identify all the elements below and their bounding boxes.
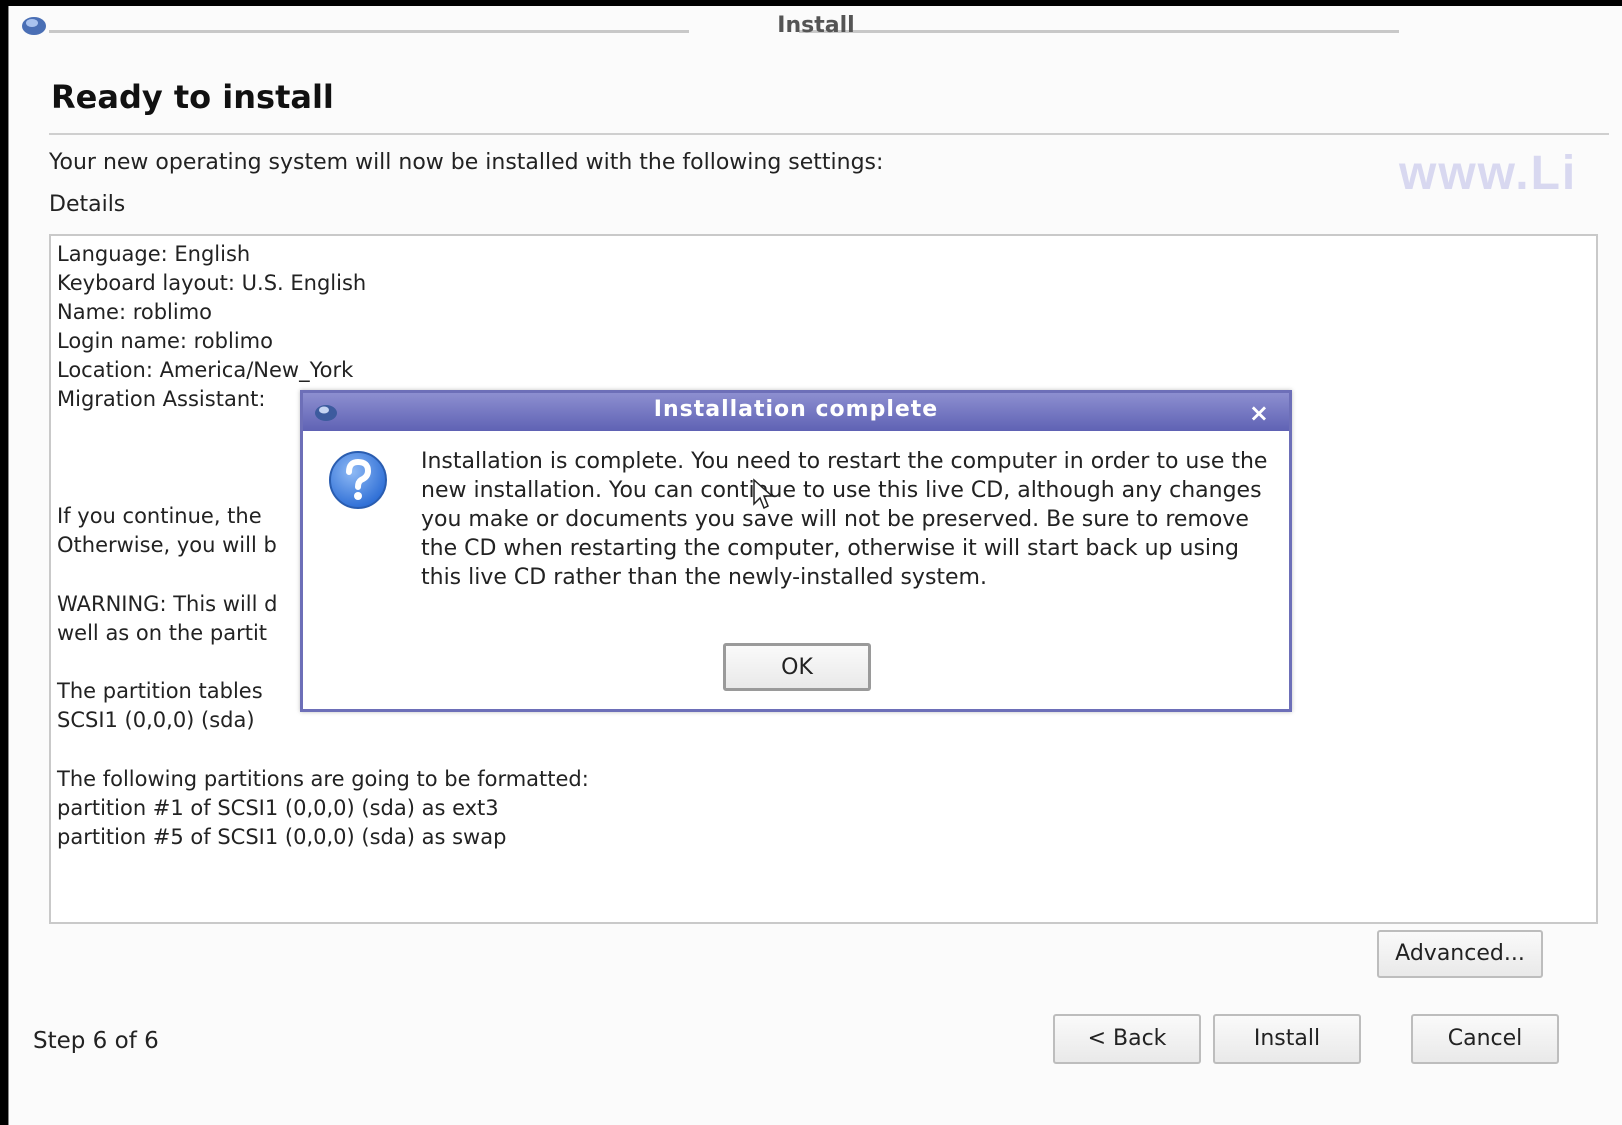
details-line: Migration Assistant: (57, 387, 266, 411)
details-line: Name: roblimo (57, 300, 213, 324)
window-title: Install (777, 13, 855, 38)
question-icon (329, 451, 387, 509)
heading-separator (49, 133, 1609, 135)
ok-button[interactable]: OK (723, 643, 871, 691)
window-titlebar[interactable]: Install (9, 6, 1622, 46)
details-line: Login name: roblimo (57, 329, 273, 353)
details-line: partition #1 of SCSI1 (0,0,0) (sda) as e… (57, 796, 499, 820)
dialog-title: Installation complete (653, 397, 939, 422)
details-label: Details (49, 192, 126, 217)
mouse-cursor-icon (753, 478, 774, 510)
page-title: Ready to install (51, 78, 334, 116)
cancel-button[interactable]: Cancel (1411, 1014, 1559, 1064)
install-button[interactable]: Install (1213, 1014, 1361, 1064)
advanced-button[interactable]: Advanced... (1377, 930, 1543, 978)
intro-text: Your new operating system will now be in… (49, 150, 884, 175)
details-line: partition #5 of SCSI1 (0,0,0) (sda) as s… (57, 825, 507, 849)
details-line: WARNING: This will d (57, 592, 278, 616)
details-line: well as on the partit (57, 621, 268, 645)
back-button[interactable]: < Back (1053, 1014, 1201, 1064)
watermark: www.Li (1399, 147, 1578, 200)
details-line: Location: America/New_York (57, 358, 354, 382)
close-icon[interactable]: × (1249, 399, 1269, 427)
installation-complete-dialog: Installation complete × Installation is … (300, 390, 1292, 712)
dialog-titlebar[interactable]: Installation complete × (303, 393, 1289, 431)
step-indicator: Step 6 of 6 (33, 1028, 159, 1054)
details-line: Otherwise, you will b (57, 533, 277, 557)
dialog-message: Installation is complete. You need to re… (421, 449, 1268, 590)
details-line: If you continue, the (57, 504, 262, 528)
details-line: Keyboard layout: U.S. English (57, 271, 367, 295)
details-line: Language: English (57, 242, 251, 266)
details-line: The partition tables (57, 679, 263, 703)
details-line: SCSI1 (0,0,0) (sda) (57, 708, 255, 732)
details-line: The following partitions are going to be… (57, 767, 589, 791)
